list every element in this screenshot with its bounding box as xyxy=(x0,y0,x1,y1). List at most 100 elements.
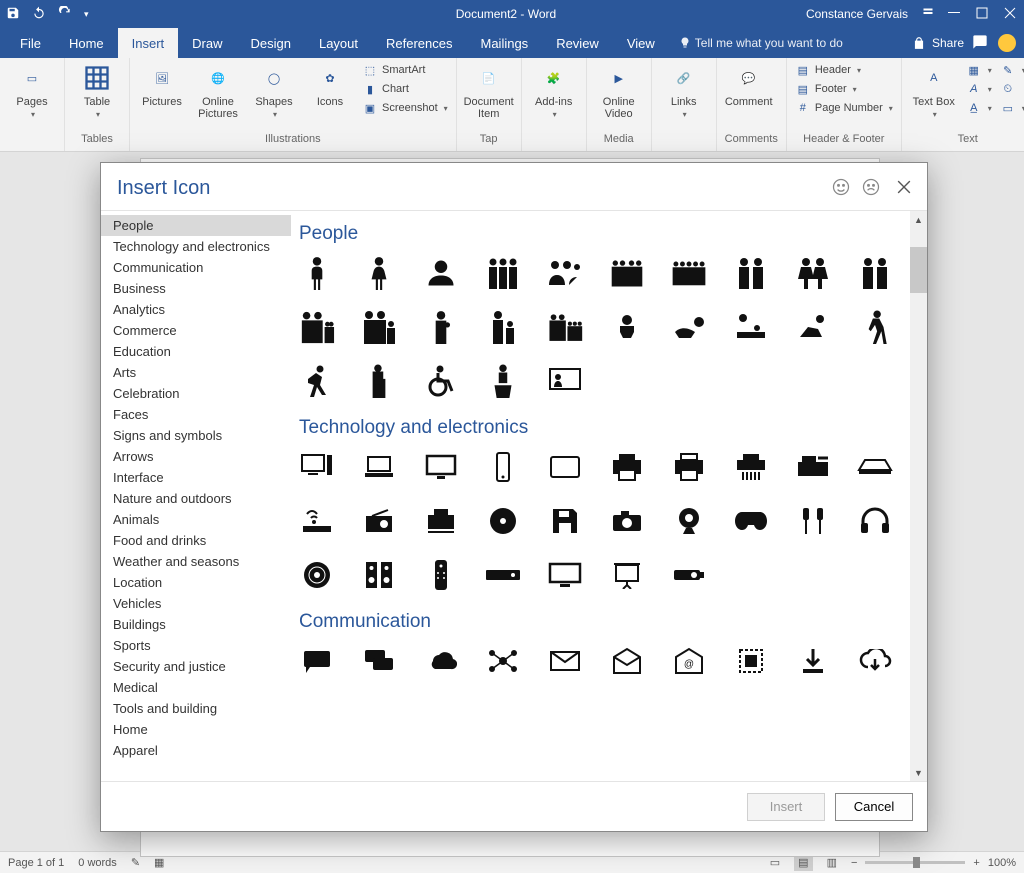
category-item[interactable]: Security and justice xyxy=(101,656,291,677)
share-button[interactable]: Share xyxy=(912,36,964,50)
qat-dropdown-icon[interactable]: ▾ xyxy=(84,9,89,20)
envelope-open-icon[interactable] xyxy=(609,643,645,679)
icons-button[interactable]: ✿Icons xyxy=(306,62,354,108)
family-two-kids-icon[interactable] xyxy=(299,309,335,345)
undo-icon[interactable] xyxy=(32,6,46,23)
tell-me-search[interactable]: Tell me what you want to do xyxy=(679,36,843,50)
group-meeting-icon[interactable] xyxy=(547,255,583,291)
redo-icon[interactable] xyxy=(58,6,72,23)
headphones-icon[interactable] xyxy=(857,503,893,539)
read-mode-icon[interactable]: ▭ xyxy=(770,856,780,869)
table-button[interactable]: Table xyxy=(73,62,121,119)
smartart-button[interactable]: ⬚SmartArt xyxy=(362,62,448,78)
drop-cap-button[interactable]: A̲ xyxy=(966,100,992,116)
network-icon[interactable] xyxy=(485,643,521,679)
desktop-pc-icon[interactable] xyxy=(299,449,335,485)
person-running-icon[interactable] xyxy=(299,363,335,399)
word-count[interactable]: 0 words xyxy=(78,857,117,869)
radio-icon[interactable] xyxy=(361,503,397,539)
person-walking-icon[interactable] xyxy=(857,309,893,345)
category-item[interactable]: Buildings xyxy=(101,614,291,635)
tab-review[interactable]: Review xyxy=(542,28,613,58)
pictures-button[interactable]: 🖼Pictures xyxy=(138,62,186,108)
zoom-in-icon[interactable]: + xyxy=(973,857,979,869)
tab-references[interactable]: References xyxy=(372,28,466,58)
category-item[interactable]: People xyxy=(101,215,291,236)
couple-women-icon[interactable] xyxy=(795,255,831,291)
category-item[interactable]: Signs and symbols xyxy=(101,425,291,446)
category-item[interactable]: Commerce xyxy=(101,320,291,341)
wordart-button[interactable]: A xyxy=(966,81,992,97)
download-icon[interactable] xyxy=(795,643,831,679)
links-button[interactable]: 🔗Links xyxy=(660,62,708,119)
scanner-icon[interactable] xyxy=(857,449,893,485)
page-number-button[interactable]: #Page Number xyxy=(795,100,893,116)
zoom-level[interactable]: 100% xyxy=(988,857,1016,869)
chat-bubble-icon[interactable] xyxy=(299,643,335,679)
minimize-icon[interactable] xyxy=(948,7,962,21)
category-item[interactable]: Technology and electronics xyxy=(101,236,291,257)
tab-file[interactable]: File xyxy=(6,28,55,58)
category-item[interactable]: Vehicles xyxy=(101,593,291,614)
save-icon[interactable] xyxy=(6,6,20,23)
tab-design[interactable]: Design xyxy=(237,28,305,58)
scrollbar[interactable]: ▲ ▼ xyxy=(910,211,927,781)
baby-crawling-icon[interactable] xyxy=(671,309,707,345)
category-item[interactable]: Business xyxy=(101,278,291,299)
family-one-kid-icon[interactable] xyxy=(361,309,397,345)
category-item[interactable]: Education xyxy=(101,341,291,362)
feedback-frown-icon[interactable] xyxy=(861,177,881,200)
tab-home[interactable]: Home xyxy=(55,28,118,58)
earbuds-icon[interactable] xyxy=(795,503,831,539)
router-icon[interactable] xyxy=(299,503,335,539)
category-item[interactable]: Nature and outdoors xyxy=(101,488,291,509)
tv-icon[interactable] xyxy=(547,557,583,593)
printer-alt-icon[interactable] xyxy=(671,449,707,485)
dialog-close-icon[interactable] xyxy=(897,180,911,197)
emoji-icon[interactable] xyxy=(998,34,1016,52)
header-button[interactable]: ▤Header xyxy=(795,62,893,78)
person-crawling-icon[interactable] xyxy=(795,309,831,345)
category-item[interactable]: Home xyxy=(101,719,291,740)
user-name[interactable]: Constance Gervais xyxy=(806,7,908,21)
category-item[interactable]: Arrows xyxy=(101,446,291,467)
vinyl-icon[interactable] xyxy=(299,557,335,593)
tab-mailings[interactable]: Mailings xyxy=(467,28,543,58)
person-bust-icon[interactable] xyxy=(423,255,459,291)
webcam-icon[interactable] xyxy=(671,503,707,539)
chat-bubbles-icon[interactable] xyxy=(361,643,397,679)
diaper-change-icon[interactable] xyxy=(733,309,769,345)
category-item[interactable]: Location xyxy=(101,572,291,593)
category-item[interactable]: Interface xyxy=(101,467,291,488)
addins-button[interactable]: 🧩Add-ins xyxy=(530,62,578,119)
cancel-button[interactable]: Cancel xyxy=(835,793,913,821)
screenshot-button[interactable]: ▣Screenshot xyxy=(362,100,448,116)
monitor-icon[interactable] xyxy=(423,449,459,485)
close-icon[interactable] xyxy=(1004,7,1018,21)
laptop-icon[interactable] xyxy=(361,449,397,485)
camera-icon[interactable] xyxy=(609,503,645,539)
comment-button[interactable]: 💬Comment xyxy=(725,62,773,108)
cd-icon[interactable] xyxy=(485,503,521,539)
tab-view[interactable]: View xyxy=(613,28,669,58)
copier-icon[interactable] xyxy=(795,449,831,485)
category-item[interactable]: Celebration xyxy=(101,383,291,404)
shapes-button[interactable]: ◯Shapes xyxy=(250,62,298,119)
stamp-icon[interactable] xyxy=(733,643,769,679)
smartphone-icon[interactable] xyxy=(485,449,521,485)
category-item[interactable]: Apparel xyxy=(101,740,291,761)
web-layout-icon[interactable]: ▥ xyxy=(827,856,837,869)
ribbon-options-icon[interactable] xyxy=(922,7,934,22)
speakers-icon[interactable] xyxy=(361,557,397,593)
feedback-icon[interactable] xyxy=(972,34,988,53)
chart-button[interactable]: ▮Chart xyxy=(362,81,448,97)
tab-insert[interactable]: Insert xyxy=(118,28,179,58)
printer-icon[interactable] xyxy=(609,449,645,485)
online-video-button[interactable]: ▶Online Video xyxy=(595,62,643,120)
baby-icon[interactable] xyxy=(609,309,645,345)
spellcheck-icon[interactable]: ✎ xyxy=(131,856,140,869)
teacher-board-icon[interactable] xyxy=(547,363,583,399)
gamepad-icon[interactable] xyxy=(733,503,769,539)
scroll-up-icon[interactable]: ▲ xyxy=(910,211,927,228)
envelope-at-icon[interactable]: @ xyxy=(671,643,707,679)
